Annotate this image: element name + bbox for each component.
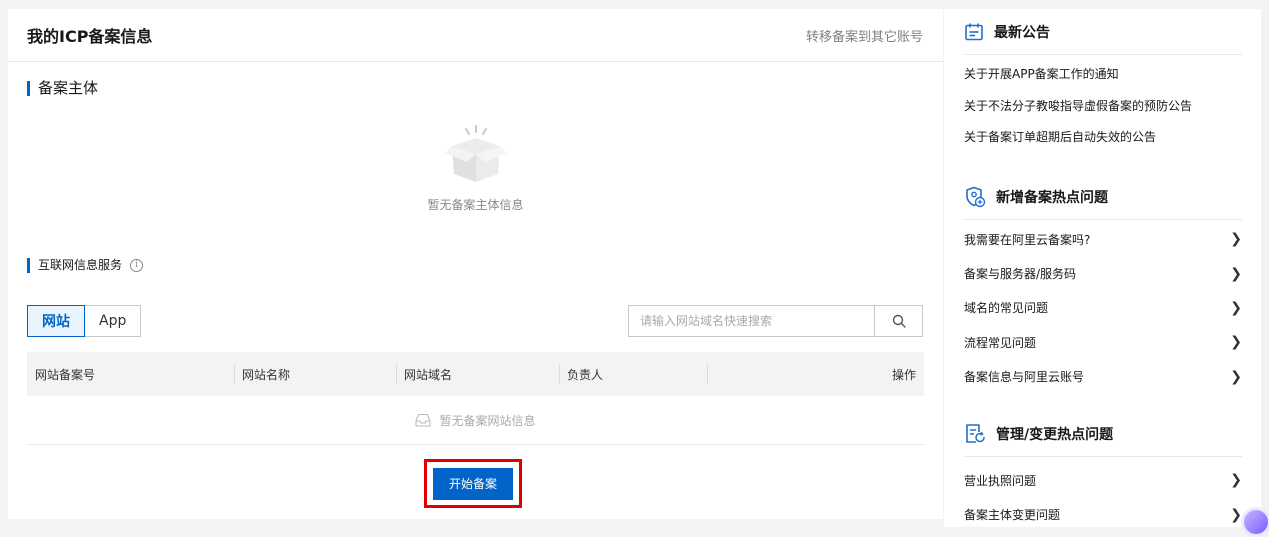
notice-item[interactable]: 关于备案订单超期后自动失效的公告	[964, 121, 1242, 153]
faq-item-label: 营业执照问题	[964, 473, 1037, 488]
new-faq-block: 新增备案热点问题 我需要在阿里云备案吗? ❯ 备案与服务器/服务码 ❯ 域名的常…	[964, 174, 1242, 394]
new-faq-title: 新增备案热点问题	[996, 189, 1108, 206]
chevron-right-icon: ❯	[1230, 299, 1242, 316]
service-type-tabs: 网站 App	[27, 305, 142, 337]
column-site-name: 网站名称	[234, 352, 396, 396]
info-icon[interactable]: i	[130, 259, 144, 272]
faq-item-label: 备案信息与阿里云账号	[964, 370, 1085, 385]
tab-app[interactable]: App	[85, 305, 142, 337]
table-empty-text: 暂无备案网站信息	[439, 413, 536, 428]
shield-user-icon	[966, 186, 986, 207]
faq-item-label: 备案与服务器/服务码	[964, 267, 1077, 282]
notices-header: 最新公告	[964, 9, 1242, 55]
assistant-bubble-icon[interactable]	[1241, 507, 1269, 537]
domain-search	[628, 305, 923, 337]
chevron-right-icon: ❯	[1230, 334, 1242, 351]
empty-entity-text: 暂无备案主体信息	[427, 198, 524, 212]
website-table: 网站备案号 网站名称 网站域名 负责人 操作 暂无备案网站信息	[27, 352, 924, 445]
search-icon	[892, 314, 906, 328]
change-faq-header: 管理/变更热点问题	[964, 411, 1242, 457]
column-filing-number: 网站备案号	[35, 367, 96, 382]
change-faq-block: 管理/变更热点问题 营业执照问题 ❯ 备案主体变更问题 ❯	[964, 411, 1242, 532]
column-owner: 负责人	[559, 352, 707, 396]
tab-website[interactable]: 网站	[27, 305, 85, 337]
service-section-title: 互联网信息服务 i	[27, 258, 144, 273]
new-faq-list: 我需要在阿里云备案吗? ❯ 备案与服务器/服务码 ❯ 域名的常见问题 ❯ 流程常…	[964, 220, 1242, 394]
document-refresh-icon	[966, 423, 985, 443]
main-header: 我的ICP备案信息 转移备案到其它账号	[8, 9, 943, 62]
faq-item-label: 我需要在阿里云备案吗?	[964, 232, 1091, 247]
main-panel: 我的ICP备案信息 转移备案到其它账号 备案主体 暂无备案主体信息 互联网信息服…	[8, 9, 943, 519]
table-empty-row: 暂无备案网站信息	[27, 396, 924, 445]
faq-item[interactable]: 备案与服务器/服务码 ❯	[964, 256, 1242, 290]
chevron-right-icon: ❯	[1230, 368, 1242, 385]
column-actions: 操作	[707, 352, 924, 396]
column-site-domain: 网站域名	[396, 352, 559, 396]
chevron-right-icon: ❯	[1230, 265, 1242, 282]
empty-entity-state: 暂无备案主体信息	[8, 124, 943, 213]
calendar-icon	[965, 23, 983, 40]
search-button[interactable]	[874, 306, 922, 336]
notice-item[interactable]: 关于开展APP备案工作的通知	[964, 58, 1242, 90]
faq-item-label: 流程常见问题	[964, 335, 1037, 350]
notice-item[interactable]: 关于不法分子教唆指导虚假备案的预防公告	[964, 90, 1242, 122]
chevron-right-icon: ❯	[1230, 231, 1242, 248]
notices-list: 关于开展APP备案工作的通知 关于不法分子教唆指导虚假备案的预防公告 关于备案订…	[964, 55, 1242, 153]
new-faq-header: 新增备案热点问题	[964, 174, 1242, 220]
notices-block: 最新公告 关于开展APP备案工作的通知 关于不法分子教唆指导虚假备案的预防公告 …	[964, 9, 1242, 153]
chevron-right-icon: ❯	[1230, 472, 1242, 489]
service-section-label: 互联网信息服务	[38, 258, 123, 272]
start-button-highlight: 开始备案	[424, 459, 522, 508]
faq-item[interactable]: 营业执照问题 ❯	[964, 463, 1242, 497]
faq-item[interactable]: 我需要在阿里云备案吗? ❯	[964, 222, 1242, 256]
change-faq-title: 管理/变更热点问题	[996, 426, 1114, 443]
empty-inbox-icon	[415, 413, 432, 427]
domain-search-input[interactable]	[629, 306, 874, 336]
transfer-filing-link[interactable]: 转移备案到其它账号	[806, 26, 923, 45]
sidebar: 最新公告 关于开展APP备案工作的通知 关于不法分子教唆指导虚假备案的预防公告 …	[944, 9, 1269, 537]
faq-item-label: 备案主体变更问题	[964, 508, 1061, 523]
notices-title: 最新公告	[994, 24, 1050, 41]
table-header: 网站备案号 网站名称 网站域名 负责人 操作	[27, 352, 924, 396]
faq-item[interactable]: 备案信息与阿里云账号 ❯	[964, 360, 1242, 394]
faq-item[interactable]: 域名的常见问题 ❯	[964, 291, 1242, 325]
change-faq-list: 营业执照问题 ❯ 备案主体变更问题 ❯	[964, 457, 1242, 532]
faq-item-label: 域名的常见问题	[964, 301, 1049, 316]
faq-item[interactable]: 流程常见问题 ❯	[964, 325, 1242, 359]
empty-box-icon	[444, 125, 507, 182]
entity-section-title: 备案主体	[27, 81, 98, 96]
start-filing-button[interactable]: 开始备案	[433, 467, 513, 500]
page-title: 我的ICP备案信息	[27, 27, 153, 46]
